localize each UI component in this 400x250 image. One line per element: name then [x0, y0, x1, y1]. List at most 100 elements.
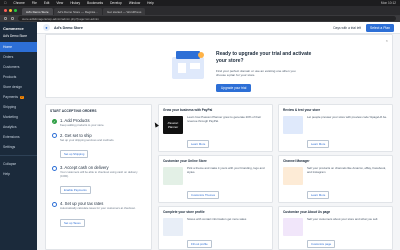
step-circle-icon	[52, 133, 57, 139]
checklist-step[interactable]: ✓ 1. Add Products Keep adding products t…	[46, 115, 151, 130]
browser-tab[interactable]: Get started — WordPress	[103, 8, 146, 15]
sidebar-item-extensions[interactable]: Extensions	[0, 132, 37, 142]
sidebar-item-settings[interactable]: Settings	[0, 142, 37, 152]
step-title: 2. Get set to ship	[60, 132, 92, 138]
menu-develop[interactable]: Develop	[110, 1, 122, 5]
status-badge: 2	[20, 96, 24, 99]
select-plan-button[interactable]: Select a Plan	[366, 23, 394, 32]
upgrade-trial-button[interactable]: Upgrade your trial	[216, 84, 252, 92]
store-profile-tile: Complete your store profile Stores with …	[158, 206, 273, 250]
admin-sidebar: Commerce Ad's Demo Store Home Orders Cus…	[0, 22, 37, 250]
sidebar-item-home[interactable]: Home	[0, 42, 37, 52]
minimize-window-icon[interactable]	[9, 9, 12, 12]
tile-desc: Pick a theme and make it yours with your…	[187, 166, 265, 174]
checklist-step[interactable]: 3. Accept cash on delivery Your customer…	[46, 162, 151, 198]
sidebar-item-analytics[interactable]: Analytics	[0, 122, 37, 132]
review-thumbnail	[283, 116, 303, 134]
channel-thumbnail	[283, 167, 303, 185]
learn-more-button[interactable]: Learn More	[307, 191, 330, 199]
back-icon[interactable]	[4, 17, 7, 20]
address-bar[interactable]: store.adlslimagerie/wp-admin/admin.php?p…	[18, 16, 396, 21]
forward-icon[interactable]	[11, 17, 14, 20]
tile-desc: Learn how Passion Planner grew to genera…	[187, 115, 262, 123]
tile-title: Channel Manager	[283, 159, 310, 163]
sidebar-item-collapse[interactable]: Collapse	[0, 159, 37, 169]
banner-title: Ready to upgrade your trial and activate…	[216, 51, 312, 64]
customize-page-button[interactable]: Customize page	[307, 240, 336, 248]
topbar-actions: Days with a trial left Select a Plan	[333, 23, 394, 32]
browser-tab[interactable]: Ad's Demo Store — Reginia…	[53, 8, 103, 15]
sidebar-item-customers[interactable]: Customers	[0, 62, 37, 72]
menu-view[interactable]: View	[56, 1, 63, 5]
fill-profile-button[interactable]: Fill out profile	[187, 240, 212, 248]
tile-title: Customize your About Us page	[283, 210, 331, 214]
sidebar-brand: Commerce Ad's Demo Store	[0, 22, 37, 42]
window-controls	[4, 6, 17, 15]
close-icon[interactable]: ×	[386, 38, 388, 43]
trial-days-link[interactable]: Days with a trial left	[333, 26, 361, 30]
step-desc: Your customers will be able to checkout …	[60, 170, 138, 178]
step-desc: Automatically calculate taxes for your c…	[60, 206, 136, 211]
setup-shipping-button[interactable]: Set up Shipping	[60, 150, 89, 159]
step-desc: Set up your shipping services and method…	[60, 137, 115, 142]
sidebar-item-help[interactable]: Help	[0, 169, 37, 179]
customize-themes-button[interactable]: Customize Themes	[187, 191, 220, 199]
section-title: START ACCEPTING ORDERS	[50, 109, 97, 113]
theme-thumbnail	[163, 167, 183, 185]
tile-desc: Sell your customers about your store and…	[307, 217, 379, 221]
start-orders-panel: START ACCEPTING ORDERS ✓ 1. Add Products…	[45, 104, 152, 250]
learn-more-button[interactable]: Learn More	[307, 140, 330, 148]
menu-bookmarks[interactable]: Bookmarks	[87, 1, 103, 5]
tile-desc: Sell your products on channels like Amaz…	[307, 166, 387, 174]
about-thumbnail	[283, 218, 303, 236]
customize-store-tile: Customize your Online Store Pick a theme…	[158, 155, 273, 203]
checklist-step[interactable]: 4. Set up your tax rates Automatically c…	[46, 198, 151, 231]
learn-more-button[interactable]: Learn More	[187, 140, 210, 148]
tile-desc: Stores with contact information get more…	[187, 217, 247, 221]
zoom-window-icon[interactable]	[14, 9, 17, 12]
sidebar-store-name[interactable]: Ad's Demo Store	[3, 34, 34, 38]
sidebar-item-products[interactable]: Products	[0, 72, 37, 82]
paypal-thumbnail: Passion Planner	[163, 116, 183, 134]
channel-manager-tile: Channel Manager Sell your products on ch…	[278, 155, 393, 203]
sidebar-divider	[0, 155, 37, 156]
browser-tab[interactable]: Ad's Demo Store	[22, 8, 53, 15]
sidebar-item-payments[interactable]: Payments 2	[0, 92, 37, 102]
sidebar-item-store-design[interactable]: Store design	[0, 82, 37, 92]
step-circle-icon	[52, 201, 57, 207]
upgrade-banner: × Ready to upgrade your trial and activa…	[45, 34, 393, 98]
close-window-icon[interactable]	[4, 9, 7, 12]
setup-taxes-button[interactable]: Set up Taxes	[60, 218, 85, 227]
apple-icon[interactable]: 	[4, 1, 6, 5]
sidebar-item-orders[interactable]: Orders	[0, 52, 37, 62]
tile-title: Review & test your store	[283, 108, 321, 112]
store-illustration-icon	[172, 51, 204, 79]
step-circle-icon	[52, 165, 57, 171]
main-content: × Ready to upgrade your trial and activa…	[37, 34, 400, 250]
sidebar-item-marketing[interactable]: Marketing	[0, 112, 37, 122]
menu-status-clock: Mon 10:12	[380, 1, 396, 5]
menu-window[interactable]: Window	[129, 1, 140, 5]
tile-title: Grow your business with PayPal	[163, 108, 213, 112]
menu-help[interactable]: Help	[147, 1, 154, 5]
browser-toolbar: store.adlslimagerie/wp-admin/admin.php?p…	[0, 15, 400, 22]
tile-desc: Let people preview your store with previ…	[307, 115, 388, 119]
check-icon: ✓	[52, 118, 57, 124]
banner-text: Find your perfect domain or use an exist…	[216, 69, 296, 78]
sidebar-item-shipping[interactable]: Shipping	[0, 102, 37, 112]
checklist-step[interactable]: 2. Get set to ship Set up your shipping …	[46, 130, 151, 163]
store-icon[interactable]: ●	[43, 24, 50, 31]
review-store-tile: Review & test your store Let people prev…	[278, 104, 393, 152]
menu-history[interactable]: History	[70, 1, 80, 5]
menu-file[interactable]: File	[32, 1, 37, 5]
menu-chrome[interactable]: Chrome	[13, 1, 24, 5]
enable-payments-button[interactable]: Enable Payments	[60, 186, 91, 195]
step-desc: Keep adding products to your store.	[60, 123, 105, 127]
topbar-store-name: Ad's Demo Store	[54, 25, 83, 30]
admin-topbar: ● Ad's Demo Store Days with a trial left…	[37, 22, 400, 34]
tile-title: Complete your store profile	[163, 210, 205, 214]
profile-thumbnail	[163, 218, 183, 236]
menu-edit[interactable]: Edit	[44, 1, 50, 5]
paypal-tile: Grow your business with PayPal Passion P…	[158, 104, 273, 152]
tile-title: Customize your Online Store	[163, 159, 207, 163]
